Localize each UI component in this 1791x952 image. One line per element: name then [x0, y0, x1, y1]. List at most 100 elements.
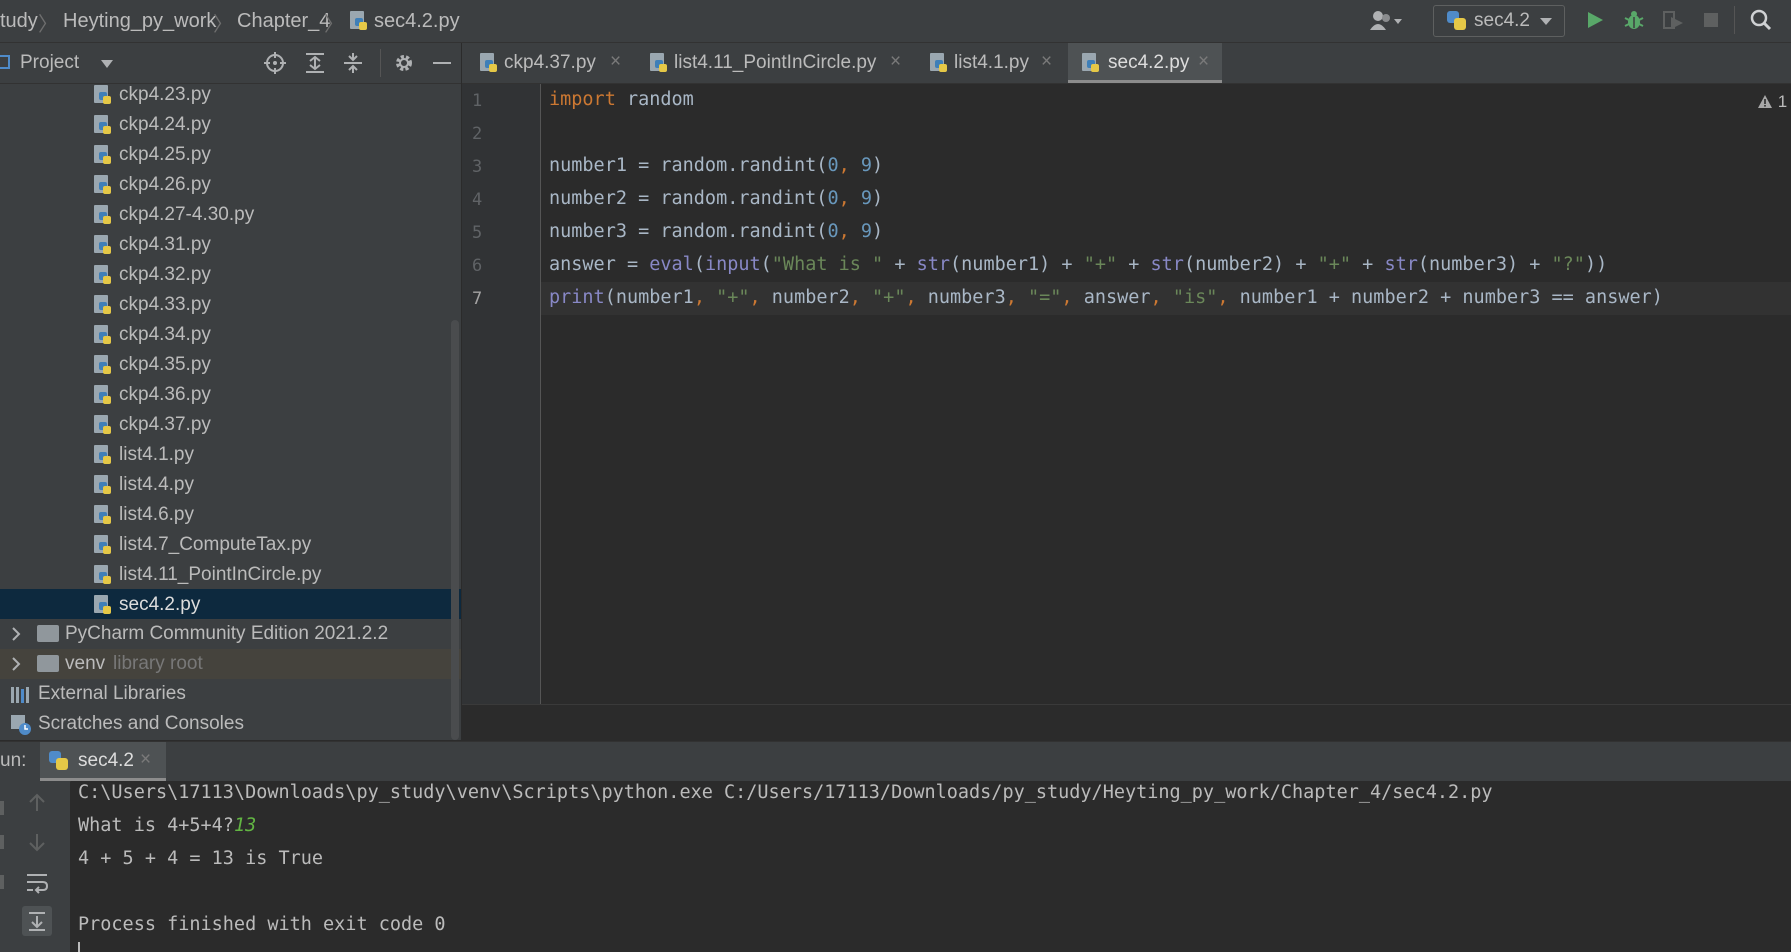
- tree-file-item[interactable]: ckp4.37.py: [0, 410, 461, 440]
- tree-file-label: ckp4.23.py: [119, 84, 211, 105]
- tree-folder-pycharm[interactable]: PyCharm Community Edition 2021.2.2: [0, 619, 461, 649]
- tree-folder-label: PyCharm Community Edition 2021.2.2: [65, 623, 389, 644]
- tab-list4-1[interactable]: list4.1.py ×: [920, 43, 1064, 83]
- python-file-icon: [92, 384, 114, 406]
- tree-file-item[interactable]: list4.6.py: [0, 500, 461, 530]
- tree-file-label: list4.7_ComputeTax.py: [119, 534, 312, 555]
- tree-file-item[interactable]: ckp4.33.py: [0, 290, 461, 320]
- stop-small-icon[interactable]: [0, 835, 4, 849]
- tree-external-libraries[interactable]: External Libraries: [0, 679, 461, 709]
- soft-wrap-icon[interactable]: [25, 871, 49, 898]
- tree-file-item[interactable]: ckp4.31.py: [0, 230, 461, 260]
- python-file-icon: [92, 324, 114, 346]
- search-icon[interactable]: [1750, 9, 1772, 36]
- tab-ckp4-37[interactable]: ckp4.37.py ×: [470, 43, 636, 83]
- chevron-right-icon[interactable]: [10, 656, 22, 678]
- breadcrumb-item-chapter[interactable]: Chapter_4: [237, 10, 330, 33]
- code-line-5: number3 = random.randint(0, 9): [549, 221, 884, 242]
- tree-file-item[interactable]: ckp4.25.py: [0, 140, 461, 170]
- close-icon[interactable]: ×: [1041, 51, 1052, 73]
- breadcrumb-separator: 〉: [38, 14, 58, 36]
- locate-file-icon[interactable]: [264, 52, 286, 79]
- rerun-icon[interactable]: [0, 801, 4, 815]
- breadcrumb-item-file[interactable]: sec4.2.py: [374, 10, 460, 33]
- tree-file-label: list4.4.py: [119, 474, 194, 495]
- collapse-all-icon[interactable]: [342, 52, 364, 79]
- breadcrumb-item-folder[interactable]: Heyting_py_work: [63, 10, 216, 33]
- breadcrumb-separator: 〉: [213, 14, 233, 36]
- folder-icon: [37, 625, 59, 642]
- close-icon[interactable]: ×: [890, 51, 901, 73]
- line-number: 3: [472, 157, 483, 177]
- tree-file-label: list4.6.py: [119, 504, 194, 525]
- library-root-hint: library root: [113, 653, 203, 674]
- toolbar-divider: [1734, 6, 1735, 34]
- stop-icon[interactable]: [1703, 12, 1719, 33]
- tree-file-item[interactable]: list4.1.py: [0, 440, 461, 470]
- tree-file-item[interactable]: list4.7_ComputeTax.py: [0, 530, 461, 560]
- run-configuration-select[interactable]: sec4.2: [1433, 5, 1565, 37]
- chevron-right-icon[interactable]: [10, 626, 22, 648]
- console-user-input: 13: [233, 815, 257, 836]
- tab-sec4-2[interactable]: sec4.2.py ×: [1068, 43, 1222, 83]
- expand-all-icon[interactable]: [304, 52, 326, 79]
- tree-file-item[interactable]: ckp4.32.py: [0, 260, 461, 290]
- tree-file-item[interactable]: ckp4.24.py: [0, 110, 461, 140]
- console-command-line: C:\Users\17113\Downloads\py_study\venv\S…: [78, 782, 1493, 803]
- tree-file-item[interactable]: ckp4.27-4.30.py: [0, 200, 461, 230]
- tree-file-label: ckp4.37.py: [119, 414, 211, 435]
- tree-file-item[interactable]: sec4.2.py: [0, 590, 461, 620]
- tree-file-item[interactable]: ckp4.23.py: [0, 80, 461, 110]
- python-file-icon: [92, 594, 114, 616]
- tree-file-item[interactable]: ckp4.36.py: [0, 380, 461, 410]
- project-panel-scrollbar[interactable]: [451, 320, 459, 740]
- warning-indicator[interactable]: 1: [1757, 92, 1787, 112]
- debug-icon[interactable]: [1623, 9, 1645, 36]
- minimize-icon[interactable]: [433, 62, 451, 64]
- pin-icon[interactable]: [0, 875, 4, 889]
- run-tab-sec4-2[interactable]: sec4.2 ×: [40, 742, 166, 781]
- scroll-to-end-icon[interactable]: [22, 906, 52, 936]
- python-file-icon: [92, 234, 114, 256]
- chevron-down-icon[interactable]: [100, 57, 114, 75]
- arrow-down-icon[interactable]: [27, 832, 47, 857]
- project-panel-title[interactable]: Project: [20, 52, 79, 74]
- close-icon[interactable]: ×: [610, 51, 621, 73]
- tree-file-item[interactable]: list4.4.py: [0, 470, 461, 500]
- coverage-icon[interactable]: [1661, 9, 1685, 36]
- user-icon[interactable]: [1370, 10, 1404, 37]
- python-file-icon: [92, 294, 114, 316]
- tree-file-label: list4.1.py: [119, 444, 194, 465]
- tree-file-item[interactable]: ckp4.34.py: [0, 320, 461, 350]
- line-number: 4: [472, 190, 483, 210]
- tree-file-item[interactable]: ckp4.35.py: [0, 350, 461, 380]
- python-file-icon: [92, 414, 114, 436]
- console-exit-line: Process finished with exit code 0: [78, 914, 446, 935]
- panel-divider: [380, 49, 381, 77]
- line-number: 6: [472, 256, 483, 276]
- python-file-icon: [1080, 52, 1102, 74]
- tree-scratches[interactable]: Scratches and Consoles: [0, 709, 461, 739]
- console-prompt: What is 4+5+4?: [78, 815, 234, 836]
- tab-list4-11[interactable]: list4.11_PointInCircle.py ×: [640, 43, 910, 83]
- run-panel-header: un: sec4.2 ×: [0, 741, 1791, 782]
- code-line-3: number1 = random.randint(0, 9): [549, 155, 884, 176]
- line-number: 1: [472, 91, 483, 111]
- breadcrumb-item-project[interactable]: tudy: [0, 10, 38, 33]
- tree-file-label: ckp4.27-4.30.py: [119, 204, 255, 225]
- scratches-icon: [10, 714, 32, 742]
- tree-item-label: Scratches and Consoles: [38, 713, 244, 734]
- close-icon[interactable]: ×: [140, 749, 151, 771]
- arrow-up-icon[interactable]: [27, 793, 47, 818]
- tree-folder-venv[interactable]: venv library root: [0, 649, 461, 679]
- tree-file-item[interactable]: ckp4.26.py: [0, 170, 461, 200]
- python-file-icon: [92, 114, 114, 136]
- gear-icon[interactable]: [393, 52, 415, 79]
- tree-file-item[interactable]: list4.11_PointInCircle.py: [0, 560, 461, 590]
- navigation-bar: tudy 〉 Heyting_py_work 〉 Chapter_4 〉 sec…: [0, 0, 1791, 43]
- python-file-icon: [928, 52, 950, 74]
- run-icon[interactable]: [1585, 10, 1605, 35]
- close-icon[interactable]: ×: [1198, 51, 1209, 73]
- run-panel-label: un:: [0, 750, 27, 771]
- editor-footer: [462, 704, 1791, 741]
